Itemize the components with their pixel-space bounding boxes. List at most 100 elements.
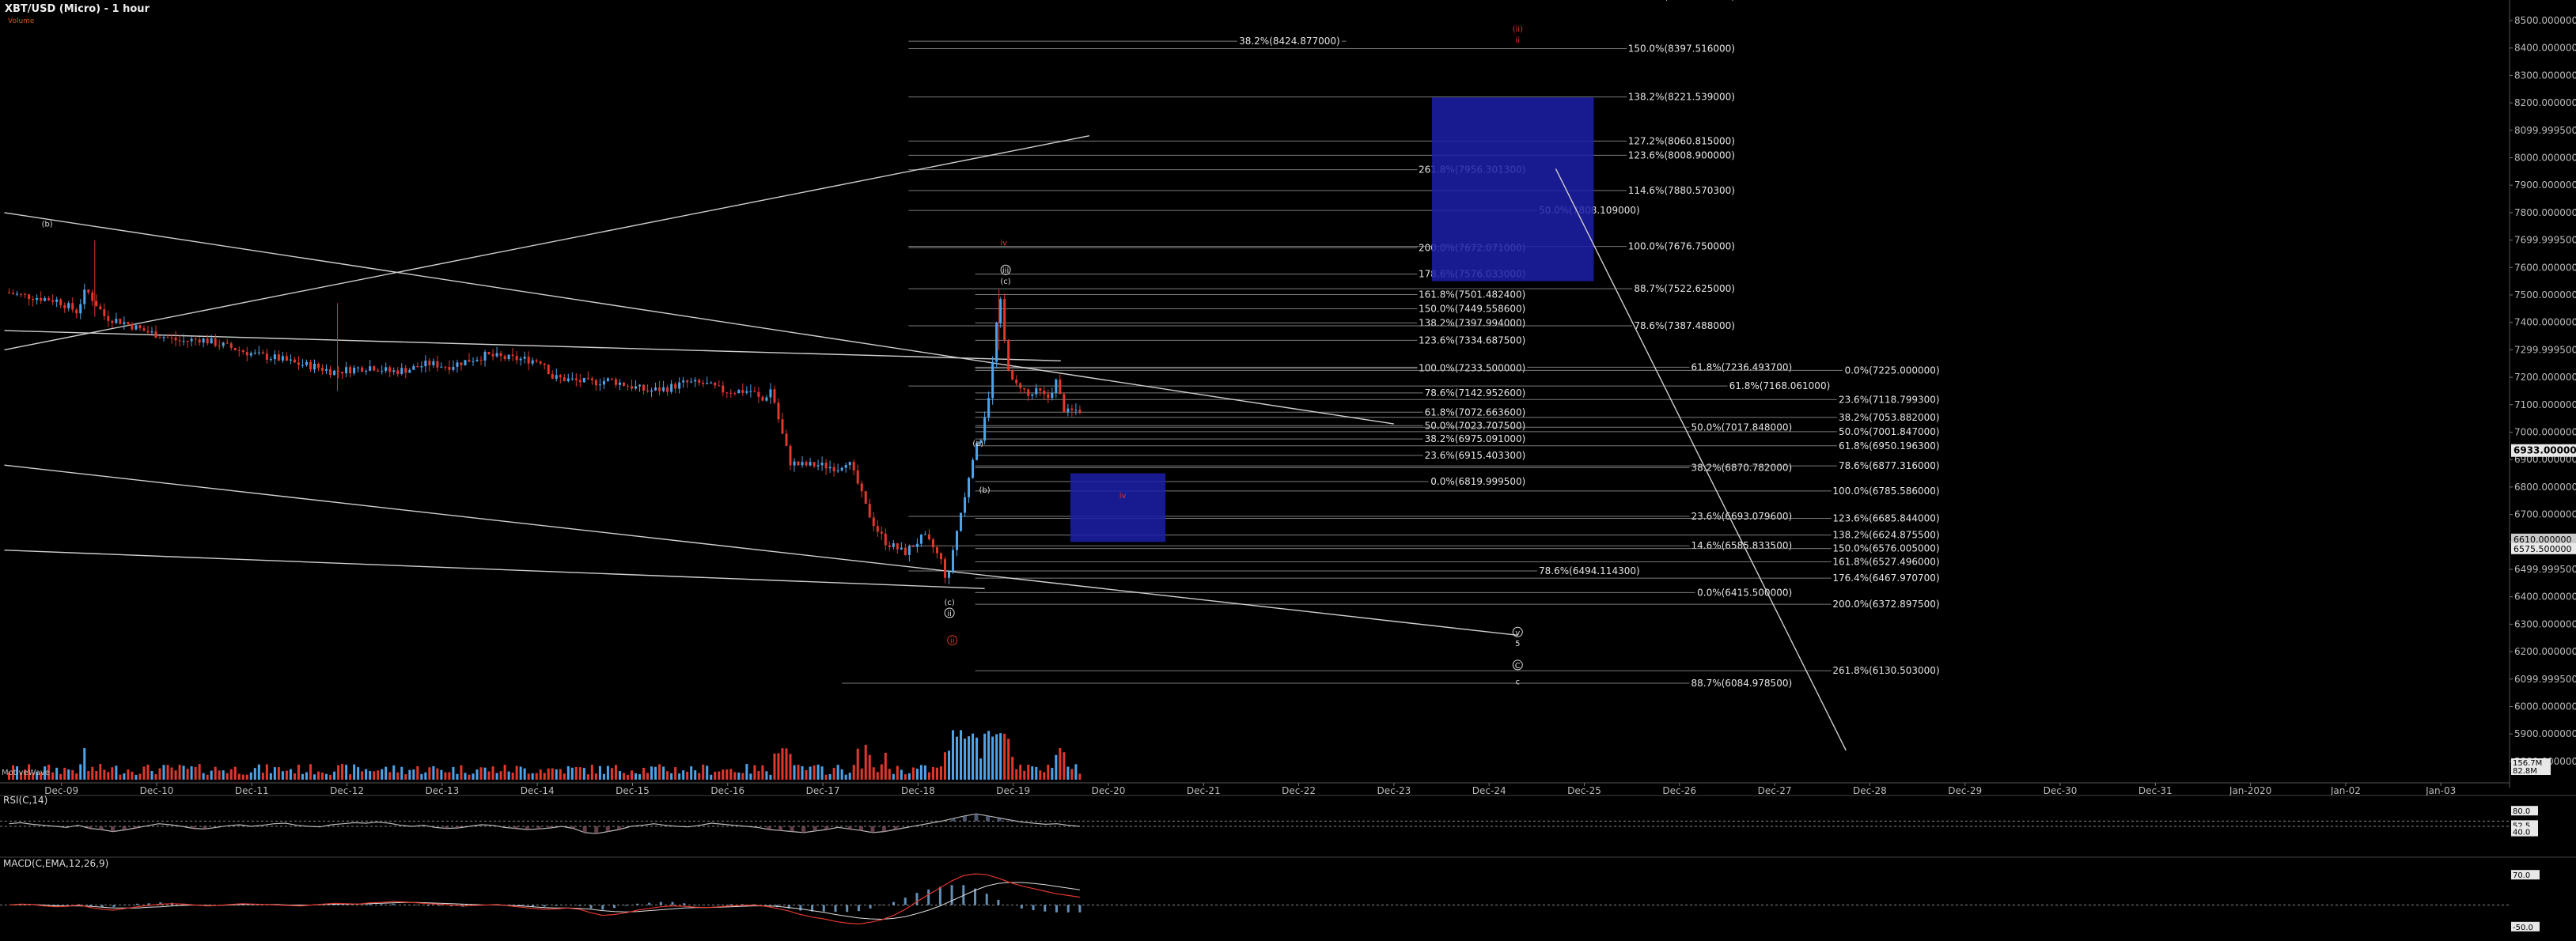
candle-body (190, 338, 193, 342)
price-axis-label: 6200.000000 (2514, 646, 2576, 657)
volume-bar (142, 766, 146, 780)
candle-body (20, 293, 23, 295)
volume-bar (305, 772, 308, 780)
time-axis-label: Dec-27 (1758, 785, 1792, 796)
candle-body (166, 337, 169, 338)
volume-bar (460, 765, 463, 780)
fib-label: 176.4%(6467.970700) (1832, 573, 1939, 584)
fib-label: 123.6%(6685.844000) (1832, 513, 1939, 524)
candle-body (919, 535, 922, 544)
candle-body (317, 363, 320, 368)
chart-stage[interactable]: 8500.000000 8400.000000 8300.000000 8200.00… (0, 0, 2576, 938)
wave-label: 5 (1515, 640, 1520, 648)
candle-body (499, 353, 502, 357)
fib-label: 161.8%(7501.482400) (1419, 289, 1525, 300)
time-axis-label: Dec-13 (425, 785, 459, 796)
candle-body (444, 366, 447, 368)
candle-body (733, 393, 737, 395)
candle-body (305, 361, 308, 365)
candle-body (785, 433, 788, 446)
volume-bar (666, 771, 669, 780)
rsi-title: RSI(C,14) (3, 795, 47, 806)
volume-bar (333, 771, 336, 780)
fib-label: 78.6%(6877.316000) (1839, 460, 1940, 471)
candle-body (198, 339, 201, 343)
candle-body (432, 361, 435, 365)
candle-body (527, 357, 530, 364)
candle-body (16, 293, 19, 295)
time-axis-label: Jan-2020 (2229, 785, 2271, 796)
macd-tick-label: -50.0 (2513, 924, 2533, 932)
time-axis-label: Dec-18 (901, 785, 935, 796)
candle-body (452, 366, 455, 370)
volume-bar (828, 773, 832, 780)
time-axis-label: Dec-28 (1853, 785, 1887, 796)
candle-body (83, 289, 86, 304)
wave-label: C (1515, 662, 1521, 671)
price-axis-label: 6700.000000 (2514, 509, 2576, 520)
candle-body (888, 545, 891, 547)
candle-body (551, 373, 554, 379)
volume-bar (519, 766, 522, 780)
candle-body (178, 340, 181, 342)
wave-label: iii (1002, 266, 1009, 275)
candle-body (789, 445, 792, 466)
price-axis-label: 8300.000000 (2514, 70, 2576, 81)
candle-body (931, 539, 934, 548)
candle-body (206, 338, 209, 344)
candle-body (741, 390, 744, 393)
volume-bar (947, 750, 950, 780)
candle-body (281, 356, 284, 361)
chart-svg[interactable]: 8500.000000 8400.000000 8300.000000 8200.00… (0, 0, 2576, 938)
volume-bar (329, 774, 332, 780)
volume-bar (317, 771, 320, 780)
volume-bar (218, 770, 221, 780)
candle-body (269, 359, 272, 361)
candle-body (995, 323, 998, 362)
fib-label: 100.0%(7233.500000) (1419, 362, 1525, 373)
volume-bar (396, 772, 400, 780)
volume-bar (642, 768, 646, 780)
volume-bar (123, 773, 126, 780)
volume-bar (745, 764, 748, 780)
candle-body (686, 380, 689, 383)
volume-bar (872, 767, 875, 780)
volume-bar (662, 766, 665, 780)
chart-title: XBT/USD (Micro) - 1 hour (5, 3, 150, 15)
candle-body (289, 359, 292, 361)
candle-body (690, 381, 693, 383)
candle-body (574, 378, 578, 380)
volume-bar (824, 774, 828, 780)
candle-body (892, 543, 895, 547)
candle-body (682, 380, 685, 383)
wave-label: (a) (972, 440, 983, 448)
volume-bar (678, 773, 681, 780)
volume-bar (1078, 773, 1082, 780)
candle-body (237, 350, 241, 352)
volume-bar (935, 767, 938, 780)
wave-label: ii (950, 637, 955, 646)
volume-bar (761, 765, 764, 780)
candle-body (1003, 299, 1006, 340)
volume-bar (67, 769, 70, 780)
candle-body (186, 341, 189, 342)
fib-label: 78.6%(7387.488000) (1634, 320, 1735, 331)
volume-bar (840, 769, 843, 780)
candle-body (594, 380, 597, 386)
candle-body (947, 571, 950, 578)
volume-bar (931, 767, 934, 780)
candle-body (1011, 370, 1014, 380)
volume-bar (923, 765, 926, 780)
volume-bar (793, 765, 796, 780)
candle-body (582, 377, 585, 383)
volume-bar (903, 774, 907, 780)
volume-bar (487, 771, 491, 780)
volume-bar (51, 772, 55, 780)
wave-label: (c) (1000, 278, 1010, 286)
volume-bar (416, 765, 419, 780)
volume-bar (365, 769, 368, 780)
volume-bar (353, 764, 356, 780)
price-axis-label: 6800.000000 (2514, 482, 2576, 493)
volume-bar (809, 766, 812, 780)
price-axis-label: 7100.000000 (2514, 399, 2576, 410)
